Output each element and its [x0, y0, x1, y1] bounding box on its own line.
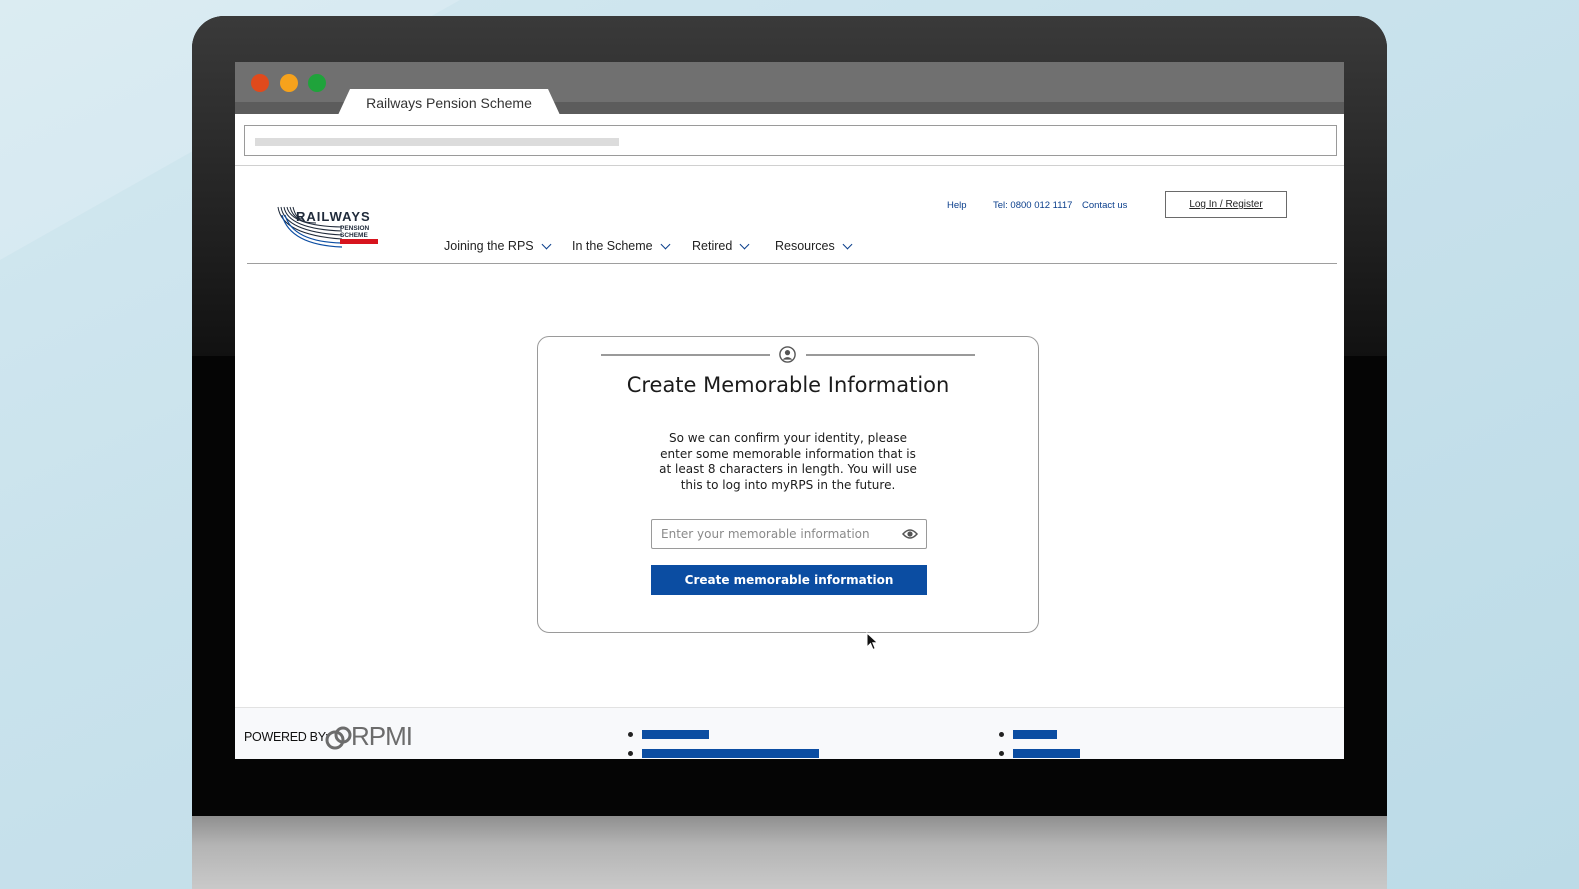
chevron-down-icon — [842, 239, 853, 249]
footer-link[interactable] — [1013, 749, 1080, 758]
card-description: So we can confirm your identity, please … — [659, 431, 917, 492]
create-memorable-info-button[interactable]: Create memorable information — [651, 565, 927, 595]
user-icon — [779, 346, 796, 363]
login-register-button[interactable]: Log In / Register — [1165, 191, 1287, 218]
card-divider-left — [601, 354, 770, 356]
address-bar-placeholder-fill — [255, 138, 619, 146]
eye-icon[interactable] — [902, 527, 918, 541]
close-window-button[interactable] — [251, 74, 269, 92]
nav-retired[interactable]: Retired — [692, 239, 750, 253]
memorable-info-input[interactable] — [651, 519, 927, 549]
phone-link[interactable]: Tel: 0800 012 1117 — [993, 200, 1072, 211]
logo-red-bar — [340, 239, 378, 244]
rpmi-logo-icon — [325, 726, 352, 750]
browser-tab[interactable]: Railways Pension Scheme — [338, 89, 560, 115]
rps-logo[interactable]: RAILWAYS PENSION SCHEME — [276, 205, 388, 257]
footer-link[interactable] — [642, 730, 709, 739]
browser-tab-title: Railways Pension Scheme — [366, 95, 532, 111]
card-divider-right — [806, 354, 975, 356]
browser-titlebar: Railways Pension Scheme — [235, 62, 1344, 115]
chevron-down-icon — [739, 239, 750, 249]
site-header: RAILWAYS PENSION SCHEME Help Tel: 0800 0… — [247, 166, 1337, 264]
contact-link[interactable]: Contact us — [1082, 200, 1127, 211]
rpmi-wordmark: RPMI — [351, 721, 413, 751]
browser-window: Railways Pension Scheme RAILWAYS PENSION… — [235, 62, 1344, 759]
maximize-window-button[interactable] — [308, 74, 326, 92]
nav-joining-the-rps[interactable]: Joining the RPS — [444, 239, 552, 253]
chevron-down-icon — [660, 239, 671, 249]
nav-in-the-scheme[interactable]: In the Scheme — [572, 239, 671, 253]
memorable-info-card: Create Memorable Information So we can c… — [537, 336, 1039, 633]
footer-link[interactable] — [642, 749, 819, 758]
help-link[interactable]: Help — [947, 200, 967, 211]
minimize-window-button[interactable] — [280, 74, 298, 92]
address-bar[interactable] — [244, 125, 1337, 156]
powered-by-label: POWERED BY: — [244, 730, 329, 744]
mouse-cursor-icon — [866, 632, 879, 651]
card-title: Create Memorable Information — [626, 373, 950, 397]
footer-link[interactable] — [1013, 730, 1057, 739]
site-footer: POWERED BY: RPMI — [235, 707, 1344, 759]
logo-wordmark: RAILWAYS — [296, 209, 371, 224]
chevron-down-icon — [541, 239, 552, 249]
nav-resources[interactable]: Resources — [775, 239, 853, 253]
logo-subtitle: PENSION SCHEME — [340, 225, 370, 239]
laptop-base — [192, 816, 1387, 889]
browser-toolbar — [235, 114, 1344, 166]
